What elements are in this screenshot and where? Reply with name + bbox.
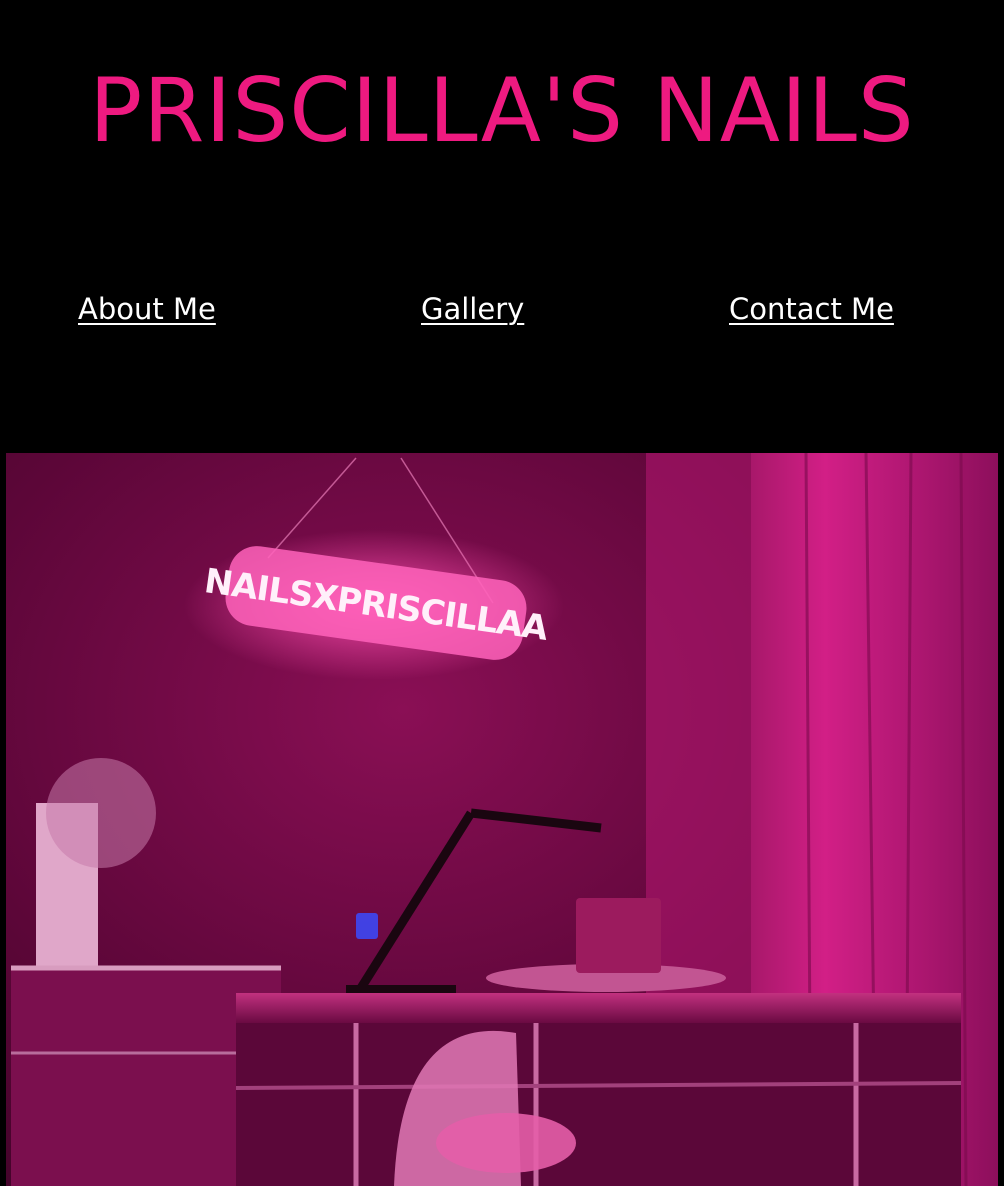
chair: [436, 1113, 576, 1173]
nail-desk: [235, 993, 962, 1186]
fan: [46, 758, 156, 868]
outlet-light: [356, 913, 378, 939]
site-title: PRISCILLA'S NAILS: [89, 59, 915, 162]
nav-link-gallery[interactable]: Gallery: [421, 292, 524, 327]
hero-photo: NAILSXPRISCILLAA: [6, 453, 998, 1186]
neon-sign: NAILSXPRISCILLAA: [184, 457, 564, 680]
small-display: [576, 898, 661, 973]
nav-link-contact-me[interactable]: Contact Me: [729, 292, 894, 327]
hero-photo-illustration: NAILSXPRISCILLAA: [11, 453, 998, 1186]
nav-link-about-me[interactable]: About Me: [78, 292, 216, 327]
